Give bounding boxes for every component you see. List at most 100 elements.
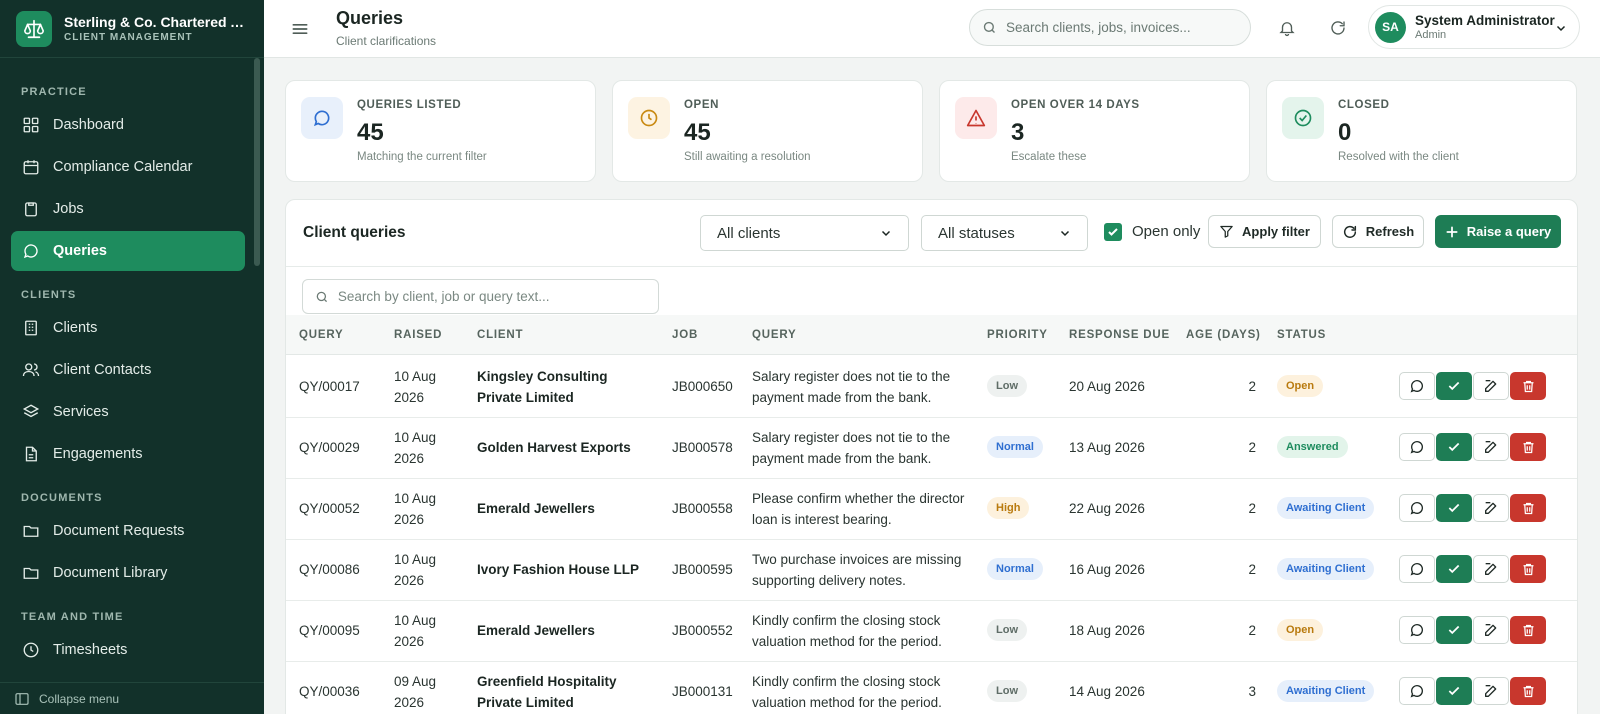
column-header[interactable]: RESPONSE DUE bbox=[1069, 329, 1170, 341]
query-id[interactable]: QY/00017 bbox=[299, 376, 360, 397]
hamburger-menu-icon[interactable] bbox=[288, 17, 312, 41]
layers-icon bbox=[22, 404, 40, 418]
client-name[interactable]: Ivory Fashion House LLP bbox=[477, 559, 647, 580]
client-name[interactable]: Emerald Jewellers bbox=[477, 498, 647, 519]
checkmark-icon bbox=[1448, 381, 1460, 391]
column-header[interactable]: RAISED bbox=[394, 329, 442, 341]
row-actions bbox=[1399, 433, 1546, 461]
stat-card-queries-listed: QUERIES LISTED 45 Matching the current f… bbox=[285, 80, 596, 182]
query-id[interactable]: QY/00036 bbox=[299, 681, 360, 702]
edit-button[interactable] bbox=[1473, 494, 1509, 522]
edit-icon bbox=[1485, 380, 1497, 392]
sidebar-item-compliance-calendar[interactable]: Compliance Calendar bbox=[11, 147, 245, 187]
query-id[interactable]: QY/00095 bbox=[299, 620, 360, 641]
raise-query-button[interactable]: Raise a query bbox=[1435, 215, 1561, 248]
client-filter-select[interactable]: All clients bbox=[700, 215, 909, 251]
brand-name: Sterling & Co. Chartered Accountants bbox=[64, 14, 248, 30]
sidebar-item-jobs[interactable]: Jobs bbox=[11, 189, 245, 229]
column-header[interactable]: CLIENT bbox=[477, 329, 523, 341]
column-header[interactable]: PRIORITY bbox=[987, 329, 1048, 341]
reply-button[interactable] bbox=[1399, 677, 1435, 705]
sidebar-item-queries[interactable]: Queries bbox=[11, 231, 245, 271]
query-id[interactable]: QY/00052 bbox=[299, 498, 360, 519]
resolve-button[interactable] bbox=[1436, 494, 1472, 522]
delete-button[interactable] bbox=[1510, 372, 1546, 400]
bell-icon[interactable] bbox=[1275, 16, 1299, 40]
resolve-button[interactable] bbox=[1436, 555, 1472, 583]
edit-button[interactable] bbox=[1473, 372, 1509, 400]
job-id[interactable]: JB000650 bbox=[672, 376, 733, 397]
sidebar-scrollbar-thumb[interactable] bbox=[254, 58, 260, 266]
column-header[interactable]: QUERY bbox=[299, 329, 343, 341]
client-name[interactable]: Golden Harvest Exports bbox=[477, 437, 647, 458]
resolve-button[interactable] bbox=[1436, 616, 1472, 644]
client-name[interactable]: Kingsley Consulting Private Limited bbox=[477, 366, 647, 408]
sidebar-item-client-contacts[interactable]: Client Contacts bbox=[11, 350, 245, 390]
table-search-input[interactable] bbox=[337, 289, 646, 304]
sidebar-item-document-requests[interactable]: Document Requests bbox=[11, 511, 245, 551]
user-menu[interactable]: SA System Administrator Admin bbox=[1368, 5, 1580, 49]
collapse-menu-button[interactable]: Collapse menu bbox=[0, 682, 264, 714]
open-only-checkbox[interactable] bbox=[1104, 223, 1122, 241]
sidebar-item-document-library[interactable]: Document Library bbox=[11, 553, 245, 593]
status-filter-select[interactable]: All statuses bbox=[921, 215, 1088, 251]
sidebar-scrollbar[interactable] bbox=[254, 58, 260, 682]
table-row[interactable]: QY/00052 10 Aug 2026 Emerald Jewellers JB00… bbox=[286, 478, 1577, 540]
table-row[interactable]: QY/00086 10 Aug 2026 Ivory Fashion House L… bbox=[286, 539, 1577, 601]
table-search[interactable] bbox=[302, 279, 659, 314]
query-id[interactable]: QY/00086 bbox=[299, 559, 360, 580]
job-id[interactable]: JB000558 bbox=[672, 498, 733, 519]
response-due-date: 22 Aug 2026 bbox=[1069, 501, 1145, 516]
job-id[interactable]: JB000552 bbox=[672, 620, 733, 641]
reply-button[interactable] bbox=[1399, 555, 1435, 583]
client-name[interactable]: Emerald Jewellers bbox=[477, 620, 647, 641]
stat-label: QUERIES LISTED bbox=[357, 99, 462, 111]
edit-icon bbox=[1485, 624, 1497, 636]
edit-button[interactable] bbox=[1473, 677, 1509, 705]
table-row[interactable]: QY/00017 10 Aug 2026 Kingsley Consulting P… bbox=[286, 356, 1577, 418]
job-id[interactable]: JB000131 bbox=[672, 681, 733, 702]
resolve-button[interactable] bbox=[1436, 677, 1472, 705]
edit-icon bbox=[1485, 685, 1497, 697]
open-only-label[interactable]: Open only bbox=[1132, 223, 1200, 240]
sidebar-item-services[interactable]: Services bbox=[11, 392, 245, 432]
refresh-icon bbox=[1343, 225, 1356, 238]
column-header[interactable]: STATUS bbox=[1277, 329, 1326, 341]
reply-button[interactable] bbox=[1399, 494, 1435, 522]
column-header[interactable]: QUERY bbox=[752, 329, 796, 341]
refresh-button[interactable]: Refresh bbox=[1332, 215, 1424, 248]
column-header[interactable]: AGE (DAYS) bbox=[1186, 329, 1261, 341]
reply-button[interactable] bbox=[1399, 616, 1435, 644]
edit-button[interactable] bbox=[1473, 433, 1509, 461]
query-text: Kindly confirm the closing stock valuati… bbox=[752, 613, 942, 649]
table-row[interactable]: QY/00029 10 Aug 2026 Golden Harvest Export… bbox=[286, 417, 1577, 479]
refresh-icon[interactable] bbox=[1326, 16, 1350, 40]
job-id[interactable]: JB000595 bbox=[672, 559, 733, 580]
sidebar-item-clients[interactable]: Clients bbox=[11, 308, 245, 348]
edit-button[interactable] bbox=[1473, 616, 1509, 644]
nav-section-documents: DOCUMENTS bbox=[21, 492, 103, 504]
query-id[interactable]: QY/00029 bbox=[299, 437, 360, 458]
sidebar-item-timesheets[interactable]: Timesheets bbox=[11, 630, 245, 670]
delete-button[interactable] bbox=[1510, 433, 1546, 461]
resolve-button[interactable] bbox=[1436, 433, 1472, 461]
apply-filter-button[interactable]: Apply filter bbox=[1208, 215, 1321, 248]
edit-button[interactable] bbox=[1473, 555, 1509, 583]
client-name[interactable]: Greenfield Hospitality Private Limited bbox=[477, 671, 647, 713]
global-search[interactable] bbox=[969, 9, 1251, 46]
global-search-input[interactable] bbox=[1006, 20, 1236, 35]
table-row[interactable]: QY/00095 10 Aug 2026 Emerald Jewellers JB00… bbox=[286, 600, 1577, 662]
reply-button[interactable] bbox=[1399, 433, 1435, 461]
delete-button[interactable] bbox=[1510, 677, 1546, 705]
delete-button[interactable] bbox=[1510, 616, 1546, 644]
sidebar-item-dashboard[interactable]: Dashboard bbox=[11, 105, 245, 145]
delete-button[interactable] bbox=[1510, 494, 1546, 522]
sidebar-item-engagements[interactable]: Engagements bbox=[11, 434, 245, 474]
column-header[interactable]: JOB bbox=[672, 329, 698, 341]
raised-date: 09 Aug 2026 bbox=[394, 674, 437, 710]
resolve-button[interactable] bbox=[1436, 372, 1472, 400]
reply-button[interactable] bbox=[1399, 372, 1435, 400]
delete-button[interactable] bbox=[1510, 555, 1546, 583]
table-row[interactable]: QY/00036 09 Aug 2026 Greenfield Hospitalit… bbox=[286, 661, 1577, 714]
job-id[interactable]: JB000578 bbox=[672, 437, 733, 458]
